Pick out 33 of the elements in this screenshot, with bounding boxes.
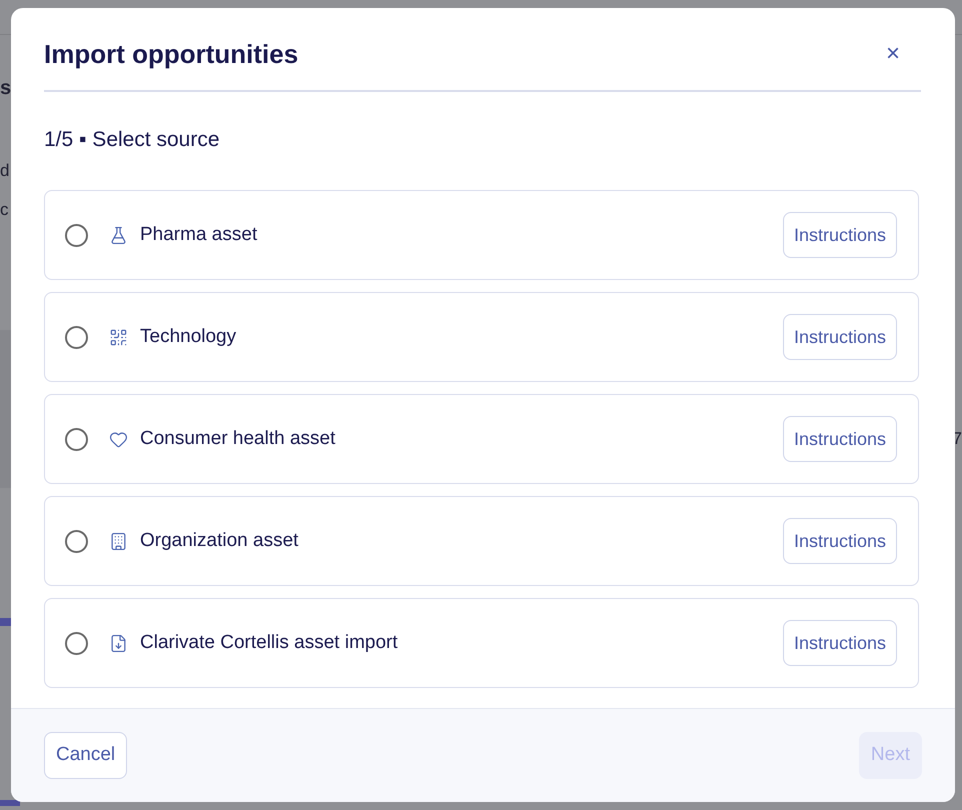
source-label: Organization asset: [140, 528, 298, 553]
instructions-button[interactable]: Instructions: [782, 620, 897, 666]
instructions-button[interactable]: Instructions: [782, 212, 897, 258]
source-option[interactable]: Clarivate Cortellis asset import Instructions: [44, 598, 919, 688]
instructions-button[interactable]: Instructions: [782, 518, 897, 564]
dialog-title: Import opportunities: [44, 38, 298, 70]
source-option[interactable]: Organization asset Instructions: [44, 496, 919, 586]
close-button[interactable]: ×: [881, 42, 905, 66]
background-text: s: [0, 78, 12, 98]
source-option[interactable]: Technology Instructions: [44, 292, 919, 382]
qr-code-icon: [109, 328, 128, 346]
download-icon: [109, 634, 128, 652]
building-icon: [109, 532, 128, 550]
radio-button[interactable]: [65, 224, 88, 246]
background-accent-bar: [0, 800, 20, 806]
instructions-button[interactable]: Instructions: [782, 314, 897, 360]
radio-button[interactable]: [65, 326, 88, 348]
source-option[interactable]: Consumer health asset Instructions: [44, 394, 919, 484]
instructions-button[interactable]: Instructions: [782, 416, 897, 462]
cancel-button[interactable]: Cancel: [44, 732, 128, 779]
flask-icon: [109, 226, 128, 244]
background-text: c: [0, 201, 8, 218]
radio-button[interactable]: [65, 428, 88, 450]
source-label: Technology: [140, 324, 236, 349]
source-label: Clarivate Cortellis asset import: [140, 630, 398, 655]
background-text: d: [0, 162, 10, 179]
source-label: Consumer health asset: [140, 426, 336, 451]
heart-icon: [109, 430, 128, 448]
source-option[interactable]: Pharma asset Instructions: [44, 190, 919, 280]
source-label: Pharma asset: [140, 222, 258, 247]
radio-button[interactable]: [65, 632, 88, 654]
step-indicator: 1/5 ▪ Select source: [44, 127, 221, 153]
radio-button[interactable]: [65, 530, 88, 552]
